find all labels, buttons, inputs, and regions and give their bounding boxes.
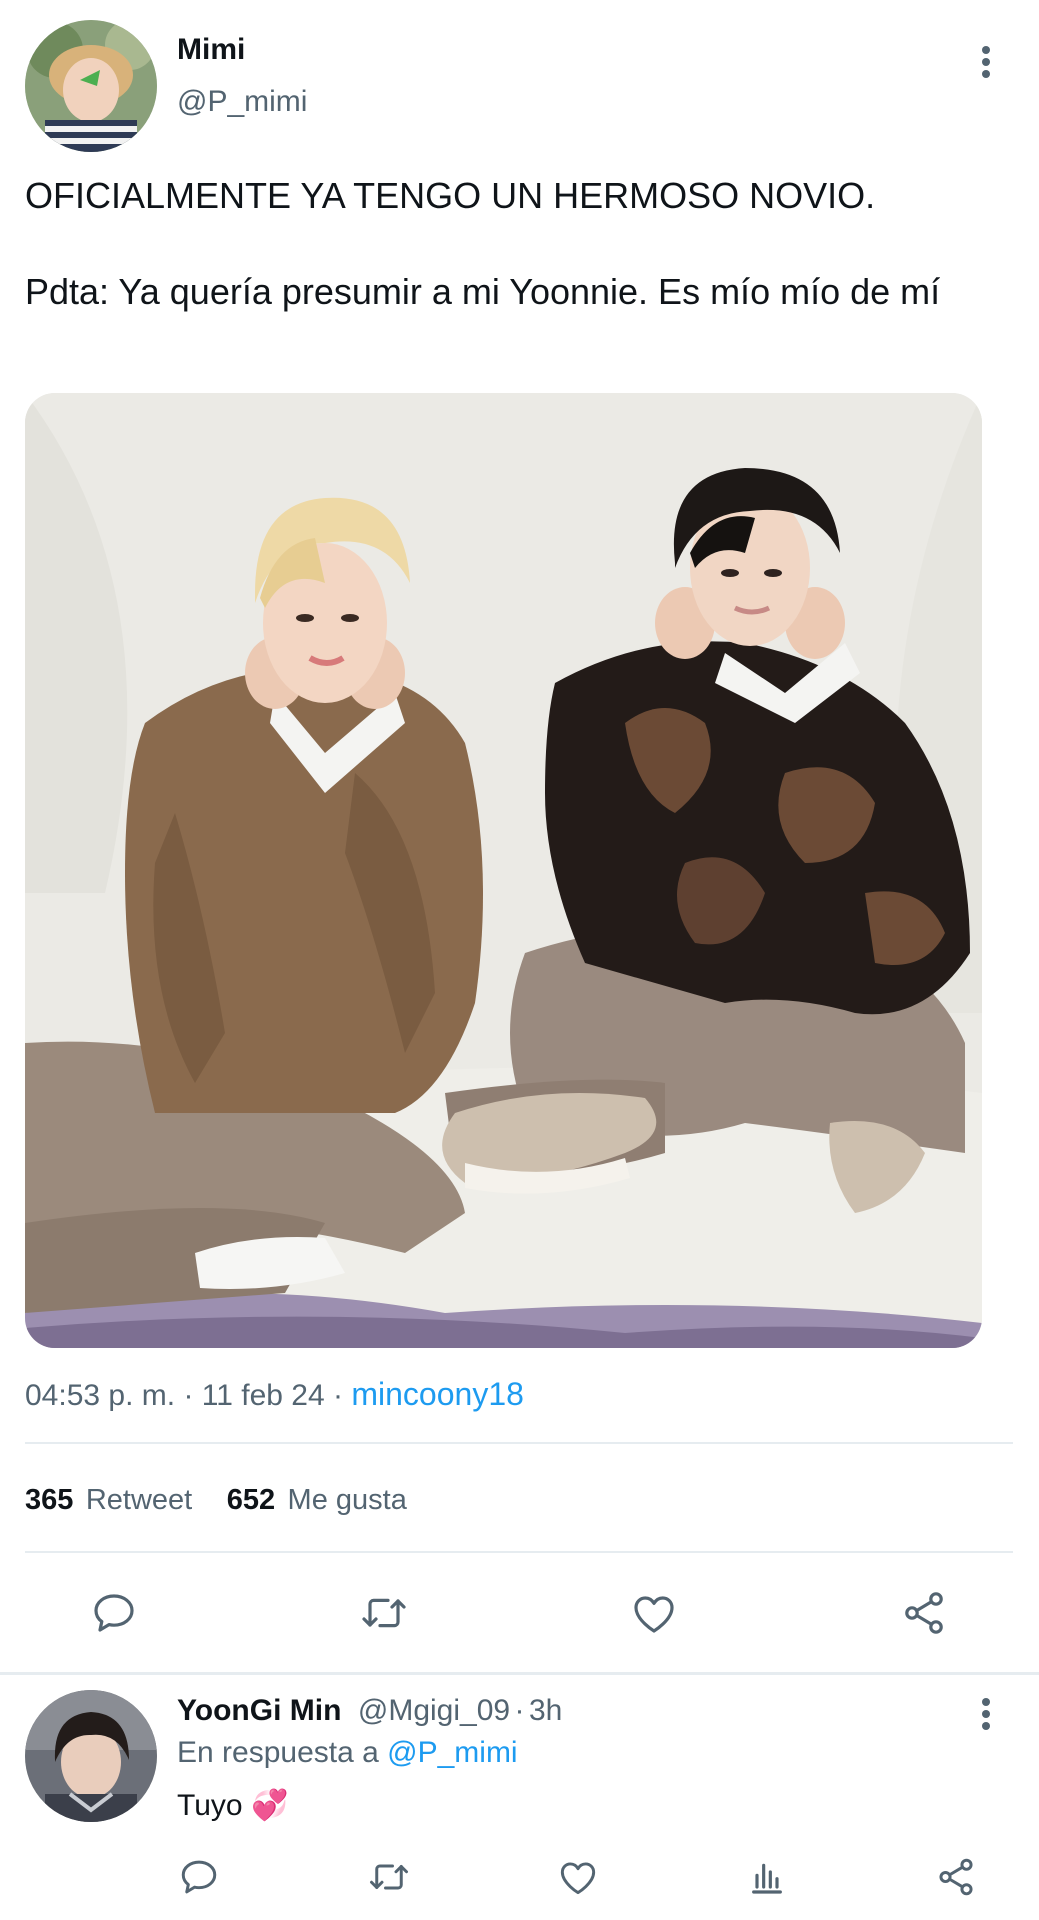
reply-time: 3h bbox=[528, 1694, 563, 1727]
reply-icon bbox=[94, 1594, 134, 1632]
share-button[interactable] bbox=[894, 1588, 954, 1638]
retweet-count[interactable]: 365 bbox=[25, 1484, 73, 1516]
reply-button[interactable] bbox=[84, 1588, 144, 1638]
reply-header: YoonGi Min @Mgigi_09 · 3h bbox=[177, 1694, 562, 1728]
author-avatar[interactable] bbox=[25, 20, 157, 152]
heart-icon bbox=[560, 1862, 596, 1895]
reply-author-avatar[interactable] bbox=[25, 1690, 157, 1822]
tweet-source-link[interactable]: mincoony18 bbox=[351, 1376, 524, 1412]
tweet-photo[interactable] bbox=[25, 393, 982, 1348]
reply-reply-button[interactable] bbox=[174, 1852, 224, 1902]
reply-author-name[interactable]: YoonGi Min bbox=[177, 1694, 341, 1727]
tweet-text-line1: OFICIALMENTE YA TENGO UN HERMOSO NOVIO. bbox=[25, 175, 876, 216]
divider bbox=[25, 1551, 1013, 1553]
reply-author-handle[interactable]: @Mgigi_09 bbox=[358, 1694, 510, 1727]
heart-icon bbox=[634, 1596, 674, 1633]
reply-retweet-button[interactable] bbox=[364, 1852, 414, 1902]
reply-text: Tuyo 💞 bbox=[177, 1788, 288, 1823]
heart-emoji: 💞 bbox=[250, 1789, 289, 1822]
reply-like-button[interactable] bbox=[553, 1852, 603, 1902]
like-label[interactable]: Me gusta bbox=[288, 1484, 407, 1516]
tweet-meta: 04:53 p. m. · 11 feb 24 · mincoony18 bbox=[25, 1376, 524, 1413]
more-vertical-icon[interactable] bbox=[966, 1684, 1006, 1744]
tweet-time: 04:53 p. m. bbox=[25, 1379, 176, 1412]
tweet-text-line2: Pdta: Ya quería presumir a mi Yoonnie. E… bbox=[25, 271, 941, 312]
retweet-button[interactable] bbox=[354, 1588, 414, 1638]
reply-analytics-button[interactable] bbox=[742, 1852, 792, 1902]
reply-share-button[interactable] bbox=[931, 1852, 981, 1902]
reply-separator: · bbox=[514, 1694, 525, 1727]
tweet-date: 11 feb 24 bbox=[201, 1379, 325, 1412]
analytics-icon bbox=[752, 1863, 782, 1894]
in-reply-to: En respuesta a @P_mimi bbox=[177, 1736, 518, 1770]
retweet-label[interactable]: Retweet bbox=[86, 1484, 192, 1516]
reply-icon bbox=[181, 1860, 217, 1894]
more-vertical-icon[interactable] bbox=[966, 32, 1006, 92]
retweet-icon bbox=[370, 1864, 408, 1890]
tweet-stats: 365 Retweet 652 Me gusta bbox=[25, 1484, 407, 1517]
divider bbox=[25, 1442, 1013, 1444]
author-handle[interactable]: @P_mimi bbox=[177, 85, 307, 119]
retweet-icon bbox=[362, 1598, 406, 1628]
like-count[interactable]: 652 bbox=[227, 1484, 275, 1516]
share-icon bbox=[905, 1592, 943, 1634]
reply-text-body: Tuyo bbox=[177, 1789, 243, 1822]
section-separator bbox=[0, 1672, 1039, 1675]
author-name[interactable]: Mimi bbox=[177, 33, 245, 67]
meta-separator: · bbox=[183, 1379, 194, 1412]
meta-separator: · bbox=[333, 1379, 344, 1412]
like-button[interactable] bbox=[624, 1588, 684, 1638]
in-reply-handle[interactable]: @P_mimi bbox=[387, 1736, 517, 1769]
in-reply-prefix: En respuesta a bbox=[177, 1736, 379, 1769]
share-icon bbox=[939, 1858, 973, 1896]
